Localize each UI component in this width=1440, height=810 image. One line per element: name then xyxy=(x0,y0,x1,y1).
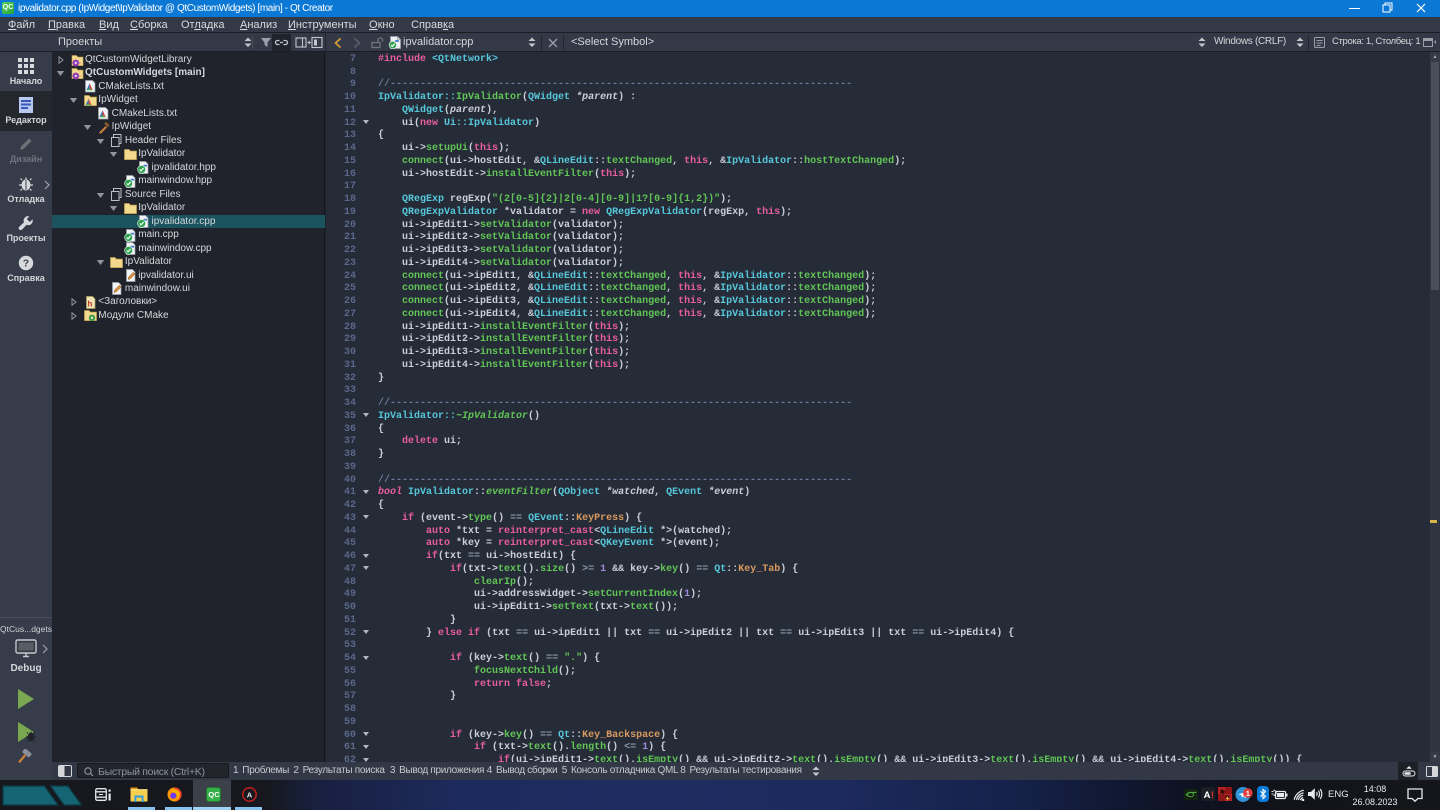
svg-text:!: ! xyxy=(1211,790,1214,801)
svg-text:A: A xyxy=(247,791,253,800)
svg-text:h: h xyxy=(87,299,92,308)
svg-text:?: ? xyxy=(23,257,29,269)
svg-text:1: 1 xyxy=(1246,789,1250,798)
svg-text:A: A xyxy=(1204,790,1211,801)
